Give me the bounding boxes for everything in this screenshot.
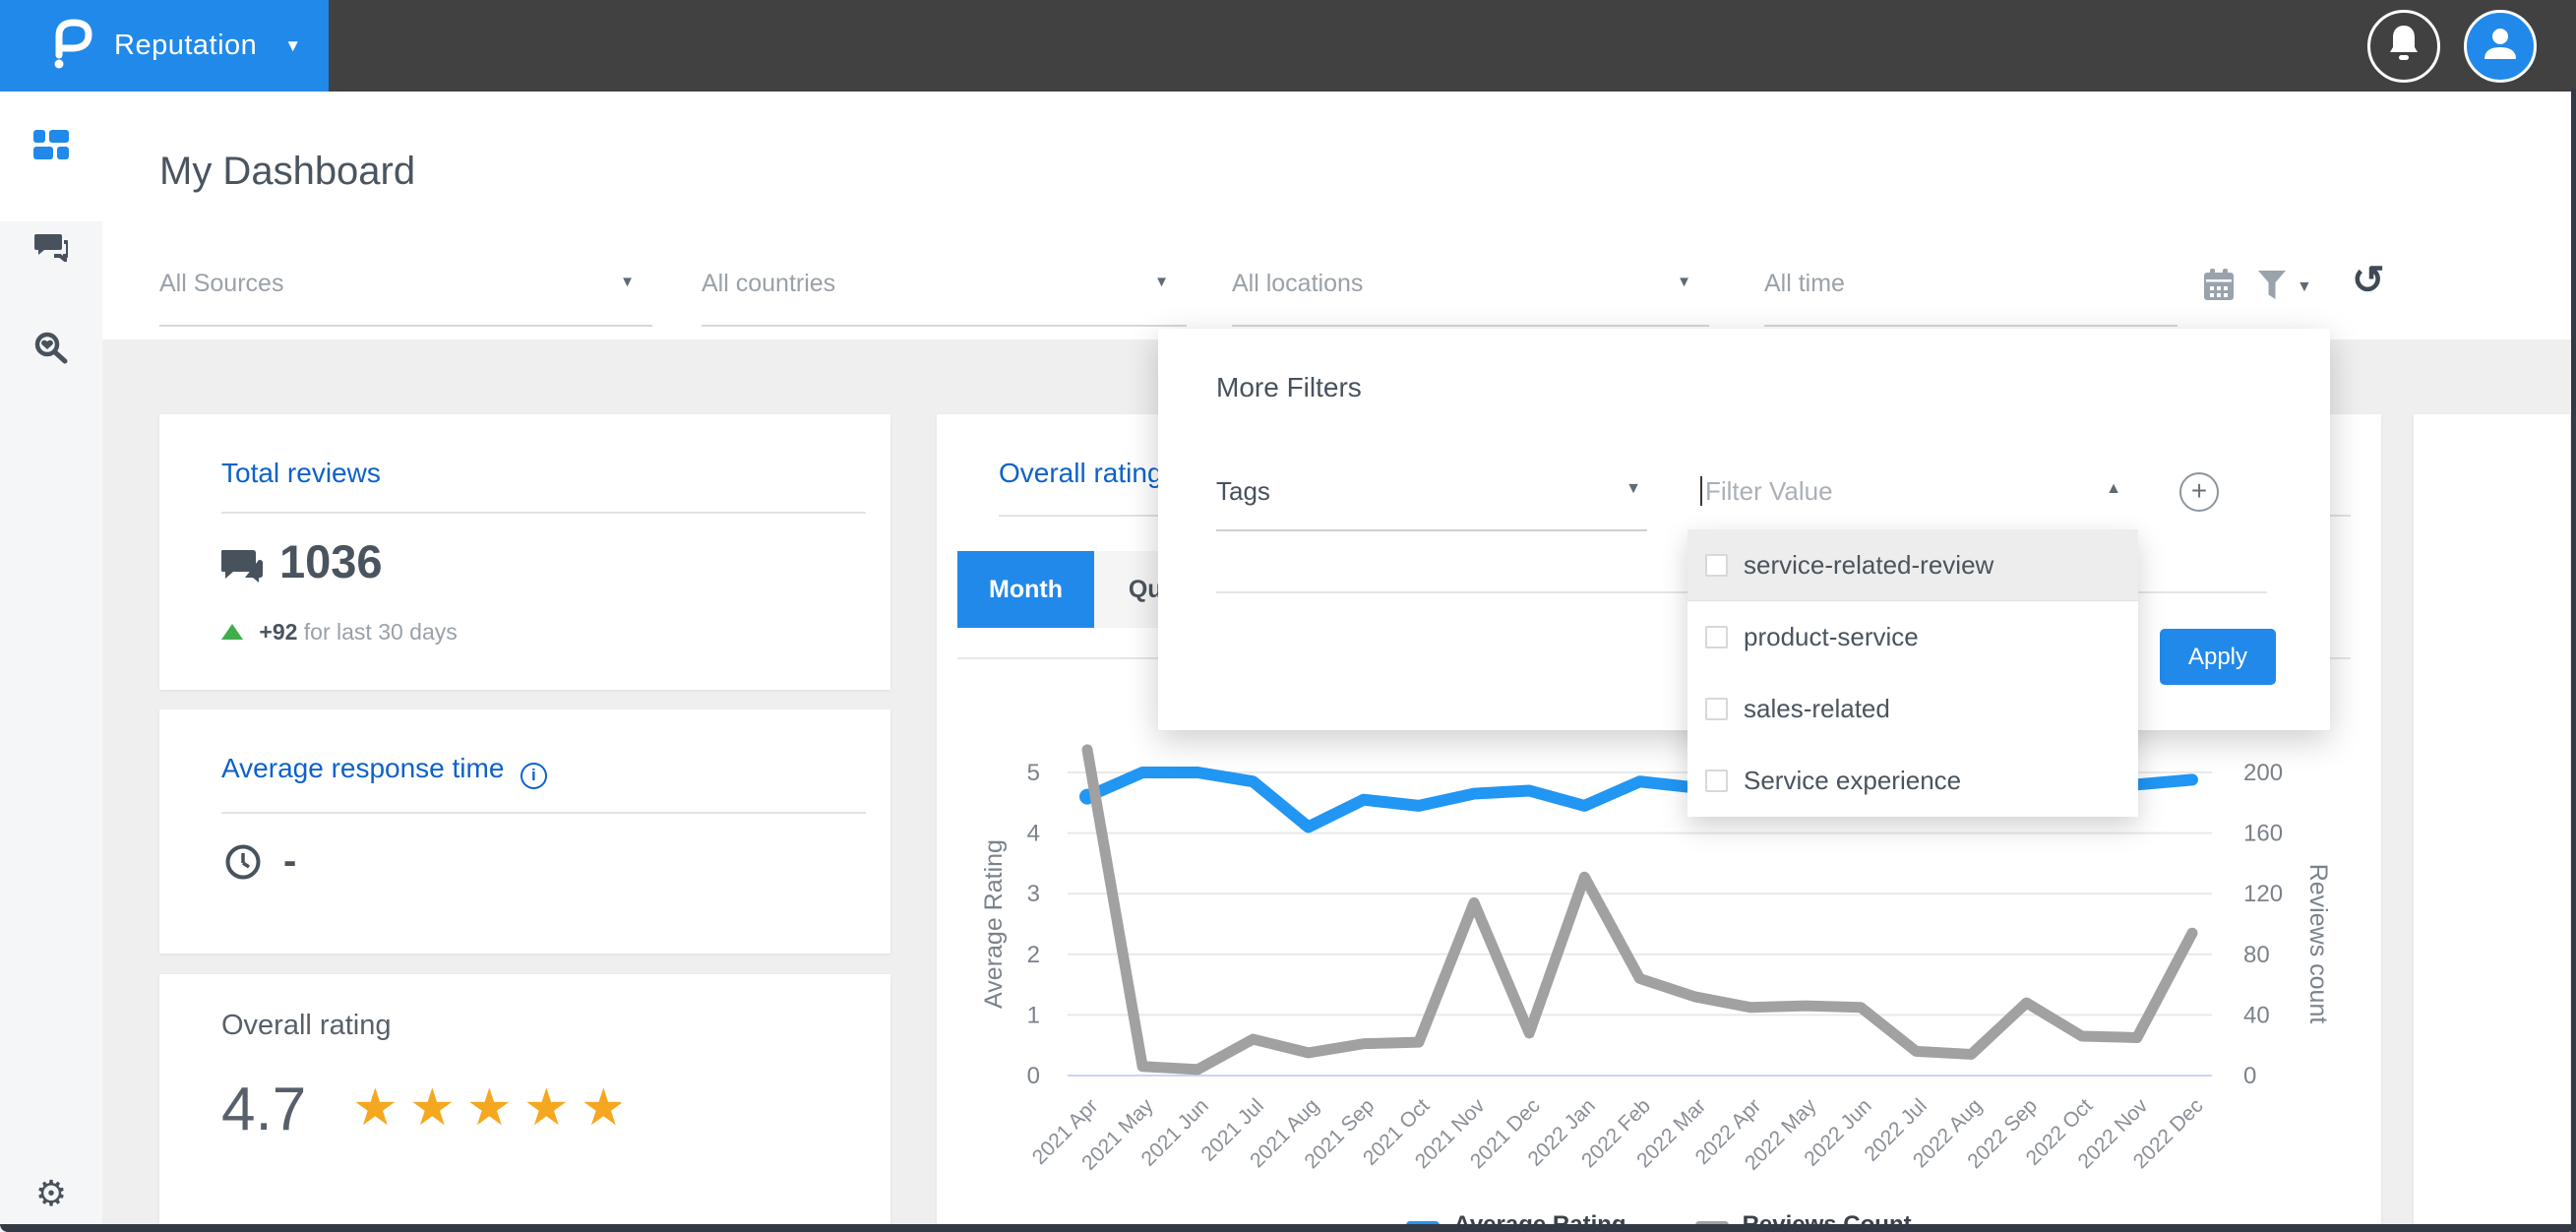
svg-text:200: 200 [2243,760,2283,786]
notifications-button[interactable] [2367,9,2440,83]
total-reviews-value: 1036 [279,535,383,587]
time-filter-value: All time [1764,270,1845,297]
locations-filter-select[interactable]: All locations ▼ [1232,258,1709,327]
calendar-button[interactable] [2202,268,2236,306]
svg-text:Reviews count: Reviews count [2304,864,2332,1024]
total-reviews-title[interactable]: Total reviews [221,458,381,489]
more-filters-title: More Filters [1216,372,1362,402]
svg-text:120: 120 [2243,881,2283,907]
top-bar: Reputation ▼ [0,0,2576,92]
filter-value-dropdown: service-related-review product-service s… [1687,529,2138,817]
trend-up-icon [221,624,243,640]
search-heart-icon [33,331,69,371]
chevron-down-icon: ▼ [1677,274,1691,290]
star-rating: ★ ★ ★ ★ ★ ★ ★ ★ ★ ★ [352,1082,638,1134]
chevron-down-icon: ▼ [1154,274,1169,290]
svg-text:0: 0 [1027,1063,1040,1089]
brand-caret-icon[interactable]: ▼ [284,36,301,56]
time-filter-select[interactable]: All time [1764,258,2177,327]
chevron-up-icon: ▲ [2106,480,2121,497]
refresh-button[interactable]: ↺ [2352,258,2385,303]
svg-text:40: 40 [2243,1002,2270,1028]
svg-text:160: 160 [2243,821,2283,847]
more-filters-caret-icon[interactable]: ▼ [2297,278,2312,296]
chevron-down-icon: ▼ [620,274,635,290]
countries-filter-select[interactable]: All countries ▼ [702,258,1187,327]
bell-icon [2386,24,2422,68]
text-cursor [1700,476,1702,506]
filter-value-placeholder: Filter Value [1705,476,1833,506]
checkbox-icon[interactable] [1705,698,1728,720]
checkbox-icon[interactable] [1705,553,1728,577]
countries-filter-value: All countries [702,270,836,297]
sidebar-item-review-search[interactable] [0,316,102,385]
total-reviews-delta: +92 [259,619,298,645]
svg-text:5: 5 [1027,760,1040,786]
filter-type-value: Tags [1216,476,1270,506]
svg-text:2: 2 [1027,942,1040,968]
chevron-down-icon: ▼ [1625,480,1641,497]
user-menu-button[interactable] [2464,9,2537,83]
add-filter-button[interactable]: + [2179,472,2219,512]
avatar-icon [2479,22,2522,70]
clock-icon [224,843,262,886]
dropdown-option[interactable]: sales-related [1687,673,2138,745]
brand-block[interactable]: Reputation ▼ [0,0,329,92]
locations-filter-value: All locations [1232,270,1364,297]
checkbox-icon[interactable] [1705,626,1728,648]
apply-button[interactable]: Apply [2160,629,2276,685]
overall-rating-title: Overall rating [221,1010,392,1041]
sidebar-item-reviews[interactable] [0,215,102,283]
overall-rating-card: Overall rating 4.7 ★ ★ ★ ★ ★ ★ ★ ★ ★ ★ [159,974,890,1232]
reviews-chat-icon [220,548,263,590]
gear-icon: ⚙ [34,1173,68,1213]
response-time-title[interactable]: Average response time [221,753,504,783]
svg-text:4: 4 [1027,821,1040,847]
brand-name: Reputation [114,30,258,61]
info-icon[interactable]: i [520,762,547,789]
window-frame-bottom [0,1224,2576,1232]
svg-text:Average Rating: Average Rating [980,839,1008,1009]
dropdown-option[interactable]: Service experience [1687,745,2138,817]
star-icon: ★ ★ [409,1079,456,1137]
sidebar-item-dashboard[interactable] [0,113,102,182]
sources-filter-select[interactable]: All Sources ▼ [159,258,652,327]
dropdown-option[interactable]: service-related-review [1687,529,2138,601]
total-reviews-delta-suffix: for last 30 days [303,619,458,645]
star-icon: ★ ★ [352,1079,399,1137]
star-icon: ★ ★ [523,1079,570,1137]
filter-value-input[interactable]: Filter Value ▲ [1700,459,2127,529]
sidebar: ⚙ [0,92,102,1232]
overall-rating-value: 4.7 [221,1076,307,1143]
response-time-value: - [283,839,297,883]
chat-bubbles-icon [34,232,70,267]
cutoff-card [2414,414,2570,1232]
scrollbar[interactable] [2571,89,2576,1232]
response-time-card: Average response time i - [159,709,890,954]
sources-filter-value: All Sources [159,270,284,297]
sidebar-item-settings[interactable]: ⚙ [0,1159,102,1228]
svg-text:0: 0 [2243,1063,2256,1089]
star-icon: ★ ★ [581,1079,627,1137]
svg-text:3: 3 [1027,881,1040,907]
svg-text:1: 1 [1027,1002,1040,1028]
dashboard-icon [33,129,69,166]
checkbox-icon[interactable] [1705,770,1728,792]
more-filters-button[interactable] [2257,270,2287,306]
dropdown-option[interactable]: product-service [1687,601,2138,673]
star-icon: ★ ★ [466,1079,513,1137]
brand-logo-icon [49,16,92,76]
filter-type-select[interactable]: Tags ▼ [1216,459,1647,529]
total-reviews-card: Total reviews 1036 +92 for last 30 days [159,414,890,690]
svg-text:80: 80 [2243,942,2270,968]
page-title: My Dashboard [159,150,416,193]
